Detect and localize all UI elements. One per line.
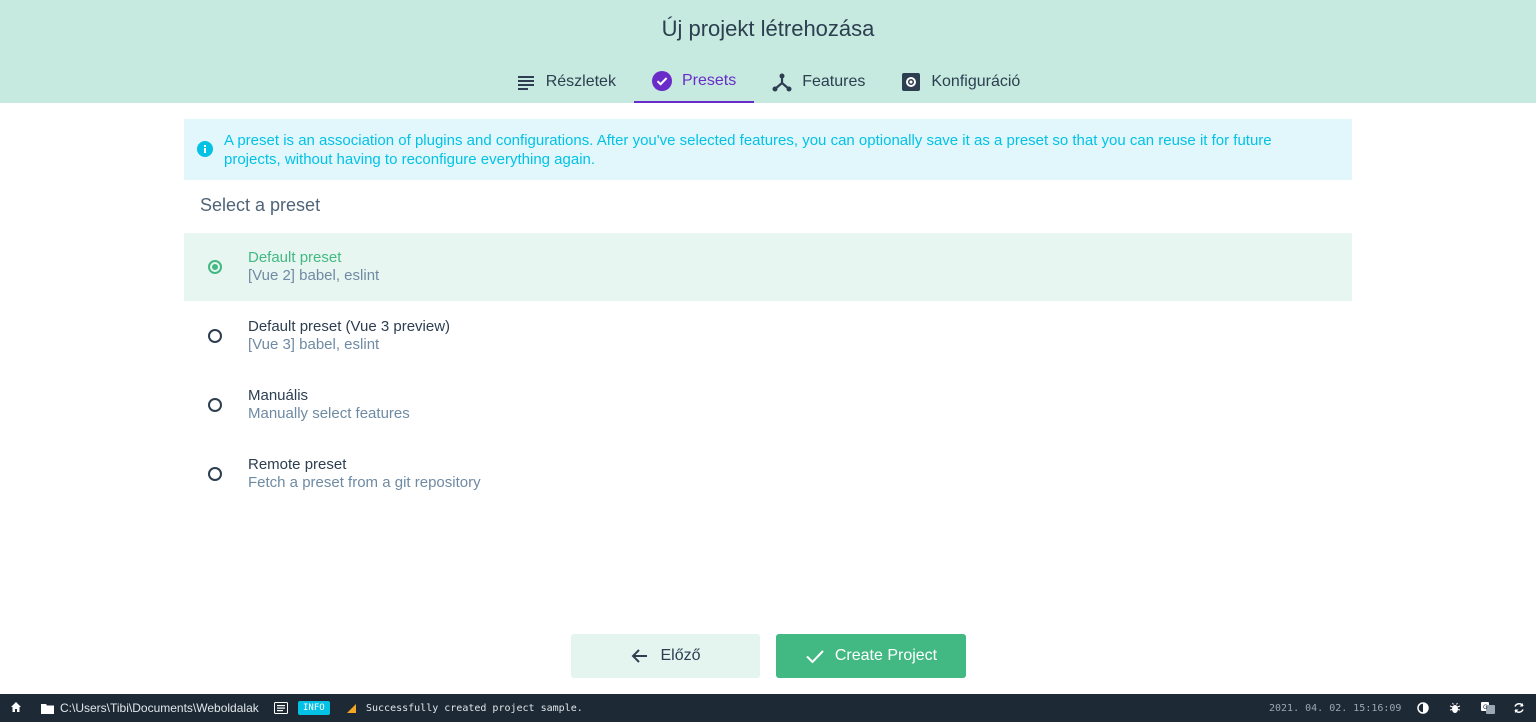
preset-option-default-vue3[interactable]: Default preset (Vue 3 preview) [Vue 3] b… xyxy=(184,302,1352,370)
timestamp: 2021. 04. 02. 15:16:09 xyxy=(1269,702,1402,714)
preset-description: [Vue 3] babel, eslint xyxy=(248,336,380,353)
header: Új projekt létrehozása Részletek Presets… xyxy=(0,0,1536,103)
tab-label: Konfiguráció xyxy=(931,72,1021,90)
previous-button-label: Előző xyxy=(660,647,701,664)
preset-name: Remote preset xyxy=(248,456,347,473)
preset-description: [Vue 2] babel, eslint xyxy=(248,267,380,284)
home-button[interactable] xyxy=(10,694,22,722)
refresh-icon xyxy=(1513,702,1525,714)
radio-button[interactable] xyxy=(208,467,222,481)
translate-icon: G xyxy=(1481,702,1495,714)
translate-button[interactable]: G xyxy=(1481,694,1495,722)
preset-option-manual[interactable]: Manuális Manually select features xyxy=(184,371,1352,439)
create-project-button[interactable]: Create Project xyxy=(776,634,966,678)
refresh-button[interactable] xyxy=(1513,694,1525,722)
log-level-badge: INFO xyxy=(298,694,330,722)
subject-icon xyxy=(516,72,536,92)
page-title: Új projekt létrehozása xyxy=(661,16,875,41)
info-icon xyxy=(197,141,213,157)
folder-path: C:\Users\Tibi\Documents\Weboldalak xyxy=(60,701,259,715)
settings-box-icon xyxy=(901,72,921,92)
log-toggle[interactable] xyxy=(274,694,288,722)
svg-text:G: G xyxy=(1483,704,1488,711)
create-project-button-label: Create Project xyxy=(834,647,938,664)
radio-button[interactable] xyxy=(208,329,222,343)
check-circle-icon xyxy=(651,70,672,91)
step-tabs: Részletek Presets Features Konfiguráció xyxy=(0,60,1536,103)
log-list-icon xyxy=(274,702,288,714)
current-folder[interactable]: C:\Users\Tibi\Documents\Weboldalak xyxy=(41,694,259,722)
tab-label: Features xyxy=(802,72,866,90)
tab-label: Részletek xyxy=(545,72,616,90)
section-title: Select a preset xyxy=(200,195,321,215)
status-bar: C:\Users\Tibi\Documents\Weboldalak INFO … xyxy=(0,694,1536,722)
arrow-left-icon xyxy=(630,646,650,666)
call-split-icon xyxy=(772,72,792,92)
report-bug-button[interactable] xyxy=(1449,694,1461,722)
tab-presets[interactable]: Presets xyxy=(633,60,755,103)
radio-button[interactable] xyxy=(208,398,222,412)
log-message: Successfully created project sample. xyxy=(366,702,583,714)
info-text: A preset is an association of plugins an… xyxy=(224,132,1272,168)
contrast-icon xyxy=(1417,702,1429,714)
tab-label: Presets xyxy=(681,71,737,89)
preset-name: Manuális xyxy=(248,387,309,404)
tab-configuration[interactable]: Konfiguráció xyxy=(883,60,1038,103)
previous-button[interactable]: Előző xyxy=(571,634,760,678)
radio-button[interactable] xyxy=(208,260,222,274)
preset-option-remote[interactable]: Remote preset Fetch a preset from a git … xyxy=(184,440,1352,508)
bug-icon xyxy=(1449,702,1461,714)
preset-description: Manually select features xyxy=(248,405,410,422)
tab-features[interactable]: Features xyxy=(754,60,883,103)
vue-cli-icon xyxy=(347,703,356,713)
preset-name: Default preset xyxy=(248,249,342,266)
log-level: INFO xyxy=(298,701,330,715)
preset-name: Default preset (Vue 3 preview) xyxy=(248,318,451,335)
check-icon xyxy=(805,646,825,666)
info-message: A preset is an association of plugins an… xyxy=(184,119,1352,180)
last-log[interactable]: Successfully created project sample. xyxy=(347,694,583,722)
tab-details[interactable]: Részletek xyxy=(498,60,634,103)
preset-option-default-vue2[interactable]: Default preset [Vue 2] babel, eslint xyxy=(184,233,1352,301)
folder-icon xyxy=(41,703,54,714)
preset-description: Fetch a preset from a git repository xyxy=(248,474,481,491)
home-icon xyxy=(10,701,22,716)
dark-mode-toggle[interactable] xyxy=(1417,694,1429,722)
